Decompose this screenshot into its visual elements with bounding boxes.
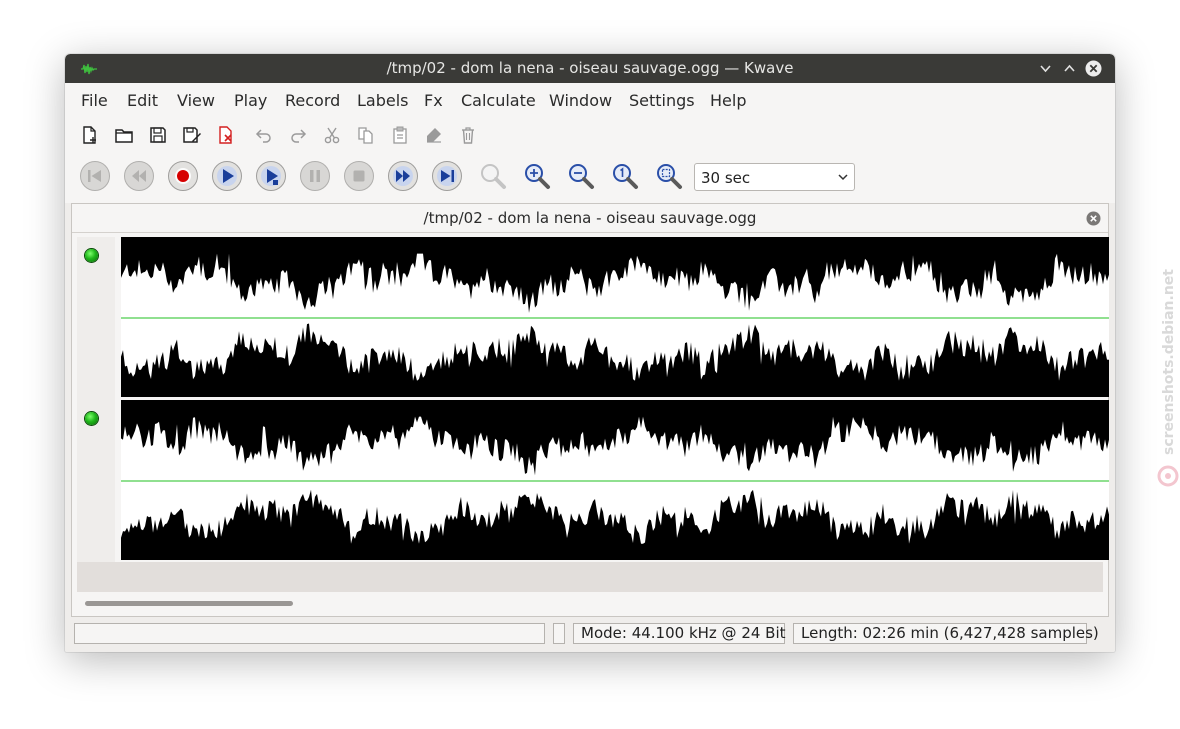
waveform-shape (121, 416, 1109, 544)
status-length: Length: 02:26 min (6,427,428 samples) (793, 623, 1099, 644)
track-2-enable-led[interactable] (85, 412, 98, 425)
save-icon[interactable] (148, 125, 168, 145)
copy-icon[interactable] (356, 125, 376, 145)
window-title: /tmp/02 - dom la nena - oiseau sauvage.o… (386, 59, 794, 77)
minimize-icon[interactable] (1036, 59, 1055, 78)
file-edit-toolbar (65, 117, 1115, 151)
open-folder-icon[interactable] (114, 125, 134, 145)
menu-bar: File Edit View Play Record Labels Fx Cal… (65, 83, 1115, 117)
erase-icon[interactable] (424, 125, 444, 145)
zoom-in-icon[interactable] (521, 160, 553, 192)
zoom-select[interactable]: 30 sec (694, 163, 855, 191)
cut-icon[interactable] (322, 125, 342, 145)
menu-window[interactable]: Window (549, 91, 612, 110)
delete-icon[interactable] (458, 125, 478, 145)
track-controls (77, 237, 115, 562)
waveform-1-svg (121, 253, 1109, 381)
playback-toolbar (65, 151, 1115, 203)
zoom-selection-icon[interactable] (477, 160, 509, 192)
skip-to-start-icon[interactable] (79, 160, 111, 192)
horizontal-scrollbar[interactable] (85, 601, 293, 606)
menu-view[interactable]: View (177, 91, 215, 110)
menu-file[interactable]: File (81, 91, 108, 110)
record-icon[interactable] (167, 160, 199, 192)
skip-to-end-icon[interactable] (431, 160, 463, 192)
close-document-icon[interactable] (1086, 211, 1101, 226)
chevron-down-icon (838, 174, 848, 181)
status-indicator (553, 623, 565, 644)
zoom-original-icon[interactable] (609, 160, 641, 192)
loop-play-icon[interactable] (255, 160, 287, 192)
new-file-icon[interactable] (80, 125, 100, 145)
status-message (74, 623, 545, 644)
track-1-enable-led[interactable] (85, 249, 98, 262)
watermark: screenshots.debian.net (1156, 250, 1180, 490)
zoom-select-value: 30 sec (701, 169, 751, 187)
title-bar[interactable]: /tmp/02 - dom la nena - oiseau sauvage.o… (65, 54, 1115, 83)
pause-icon[interactable] (299, 160, 331, 192)
waveform-shape (121, 253, 1109, 381)
undo-icon[interactable] (254, 125, 274, 145)
kwave-window: /tmp/02 - dom la nena - oiseau sauvage.o… (65, 54, 1115, 652)
maximize-icon[interactable] (1060, 59, 1079, 78)
zoom-fit-icon[interactable] (653, 160, 685, 192)
status-mode: Mode: 44.100 kHz @ 24 Bit (573, 623, 786, 644)
redo-icon[interactable] (288, 125, 308, 145)
paste-icon[interactable] (390, 125, 410, 145)
signal-overview (77, 562, 1103, 592)
stop-icon[interactable] (343, 160, 375, 192)
watermark-text: screenshots.debian.net (1161, 269, 1177, 455)
signal-panel: /tmp/02 - dom la nena - oiseau sauvage.o… (71, 203, 1109, 617)
menu-help[interactable]: Help (710, 91, 746, 110)
menu-edit[interactable]: Edit (127, 91, 158, 110)
waveform-track-2[interactable] (121, 400, 1109, 560)
menu-settings[interactable]: Settings (629, 91, 695, 110)
menu-play[interactable]: Play (234, 91, 267, 110)
menu-labels[interactable]: Labels (357, 91, 409, 110)
status-bar: Mode: 44.100 kHz @ 24 Bit Length: 02:26 … (65, 617, 1115, 652)
menu-calculate[interactable]: Calculate (461, 91, 536, 110)
waveform-2-svg (121, 416, 1109, 544)
menu-record[interactable]: Record (285, 91, 340, 110)
rewind-icon[interactable] (123, 160, 155, 192)
zoom-out-icon[interactable] (565, 160, 597, 192)
close-icon[interactable] (1084, 59, 1103, 78)
play-icon[interactable] (211, 160, 243, 192)
document-title: /tmp/02 - dom la nena - oiseau sauvage.o… (72, 204, 1108, 233)
fast-forward-icon[interactable] (387, 160, 419, 192)
save-as-icon[interactable] (182, 125, 202, 145)
close-file-icon[interactable] (216, 125, 236, 145)
waveform-track-1[interactable] (121, 237, 1109, 397)
menu-fx[interactable]: Fx (424, 91, 443, 110)
